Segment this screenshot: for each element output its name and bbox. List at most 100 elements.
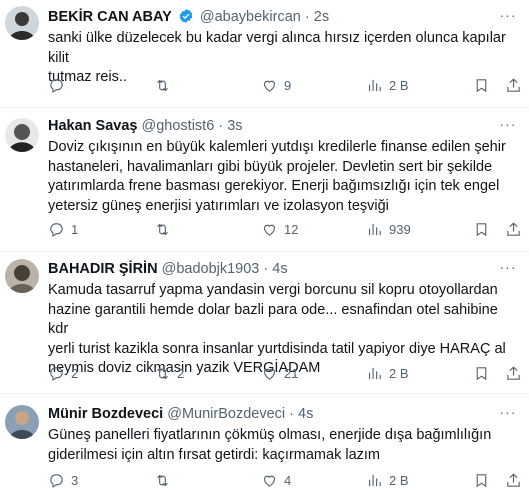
views-icon xyxy=(368,367,381,379)
display-name[interactable]: BAHADIR ŞİRİN xyxy=(48,261,158,277)
separator-dot: · xyxy=(218,118,224,134)
action-bar: 3 4 2 B xyxy=(48,471,520,489)
bookmark-icon xyxy=(476,222,487,236)
tweet-card[interactable]: Hakan Savaş @ghostist6 · 3s ··· Doviz çı… xyxy=(0,108,529,252)
bookmark-icon xyxy=(476,473,487,487)
like-count: 9 xyxy=(284,77,292,93)
separator-dot: · xyxy=(304,9,310,25)
tweet-card[interactable]: BEKİR CAN ABAY @abaybekircan · 2s ··· sa… xyxy=(0,0,529,108)
separator-dot: · xyxy=(289,406,295,422)
retweet-icon xyxy=(157,79,168,91)
views-button[interactable]: 2 B xyxy=(366,471,409,489)
like-button[interactable]: 21 xyxy=(261,364,298,382)
timestamp[interactable]: 2s xyxy=(314,9,329,25)
bookmark-button[interactable] xyxy=(473,76,490,94)
views-count: 2 B xyxy=(389,365,409,381)
tweet-text-line: yetersiz güneş enerjisi yatırımları ve i… xyxy=(48,197,389,214)
retweet-count: 2 xyxy=(177,365,185,381)
retweet-button[interactable]: 2 xyxy=(154,364,184,382)
tweet-card[interactable]: BAHADIR ŞİRİN @badobjk1903 · 4s ··· Kamu… xyxy=(0,252,529,394)
display-name[interactable]: Hakan Savaş xyxy=(48,118,137,134)
like-button[interactable]: 9 xyxy=(261,76,291,94)
like-icon xyxy=(263,224,276,236)
more-icon[interactable]: ··· xyxy=(499,8,517,28)
reply-button[interactable]: 1 xyxy=(48,220,78,238)
tweet-text-line: giderilmesi için altın fırsat getirdi: k… xyxy=(48,446,380,463)
tweet-header: BAHADIR ŞİRİN @badobjk1903 · 4s xyxy=(48,260,499,278)
views-count: 2 B xyxy=(389,77,409,93)
like-count: 12 xyxy=(284,221,299,237)
views-button[interactable]: 2 B xyxy=(366,76,409,94)
bookmark-button[interactable] xyxy=(473,471,490,489)
tweet-text-line: Güneş panelleri fiyatlarının çökmüş olma… xyxy=(48,427,492,443)
timestamp[interactable]: 4s xyxy=(298,406,313,422)
display-name[interactable]: Münir Bozdeveci xyxy=(48,406,163,422)
user-handle[interactable]: @badobjk1903 xyxy=(162,261,260,277)
reply-count: 3 xyxy=(71,472,79,488)
separator-dot: · xyxy=(263,261,269,277)
avatar[interactable] xyxy=(5,6,39,40)
like-icon xyxy=(263,368,276,380)
timestamp[interactable]: 4s xyxy=(272,261,287,277)
tweet-text-line: sanki ülke düzelecek bu kadar vergi alın… xyxy=(48,30,506,66)
views-button[interactable]: 2 B xyxy=(366,364,409,382)
retweet-button[interactable] xyxy=(154,471,177,489)
retweet-button[interactable] xyxy=(154,76,177,94)
tweet-header: Hakan Savaş @ghostist6 · 3s xyxy=(48,117,499,135)
more-icon[interactable]: ··· xyxy=(499,405,517,425)
reply-button[interactable] xyxy=(48,76,71,94)
tweet-text-line: yatırımlarda frene basması gerekiyor. En… xyxy=(48,178,500,194)
views-button[interactable]: 939 xyxy=(366,220,411,238)
reply-button[interactable]: 2 xyxy=(48,364,78,382)
reply-count: 2 xyxy=(71,365,79,381)
share-icon xyxy=(507,221,520,236)
reply-icon xyxy=(50,78,63,93)
bookmark-button[interactable] xyxy=(473,364,490,382)
action-bar: 9 2 B xyxy=(48,76,520,94)
avatar[interactable] xyxy=(5,405,39,439)
share-button[interactable] xyxy=(505,471,522,489)
retweet-icon xyxy=(157,367,168,379)
retweet-button[interactable] xyxy=(154,220,177,238)
share-button[interactable] xyxy=(505,220,522,238)
share-button[interactable] xyxy=(505,364,522,382)
views-icon xyxy=(368,79,381,91)
tweet-header: Münir Bozdeveci @MunirBozdeveci · 4s xyxy=(48,405,499,423)
share-icon xyxy=(507,472,520,487)
avatar[interactable] xyxy=(5,118,39,152)
share-icon xyxy=(507,365,520,380)
share-button[interactable] xyxy=(505,76,522,94)
reply-icon xyxy=(50,366,63,381)
tweet-text-line: hastaneleri, havalimanları gibi büyük pr… xyxy=(48,158,493,175)
tweet-card[interactable]: Münir Bozdeveci @MunirBozdeveci · 4s ···… xyxy=(0,394,529,498)
more-icon[interactable]: ··· xyxy=(499,260,517,280)
more-icon[interactable]: ··· xyxy=(499,117,517,137)
bookmark-icon xyxy=(476,78,487,92)
user-handle[interactable]: @MunirBozdeveci xyxy=(167,406,285,422)
retweet-icon xyxy=(157,223,168,235)
action-bar: 2 2 21 2 B xyxy=(48,364,520,382)
verified-badge-icon xyxy=(179,9,193,23)
avatar[interactable] xyxy=(5,259,39,293)
user-handle[interactable]: @ghostist6 xyxy=(142,118,215,134)
views-icon xyxy=(368,223,381,235)
action-bar: 1 12 939 xyxy=(48,220,520,238)
like-button[interactable]: 12 xyxy=(261,220,298,238)
tweet-text-line: Doviz çıkışının en büyük kalemleri yutdı… xyxy=(48,139,506,155)
user-handle[interactable]: @abaybekircan xyxy=(200,9,301,25)
like-count: 4 xyxy=(284,472,292,488)
display-name[interactable]: BEKİR CAN ABAY xyxy=(48,9,172,25)
tweet-text: Doviz çıkışının en büyük kalemleri yutdı… xyxy=(48,138,516,216)
reply-button[interactable]: 3 xyxy=(48,471,78,489)
retweet-icon xyxy=(157,474,168,486)
bookmark-button[interactable] xyxy=(473,220,490,238)
timestamp[interactable]: 3s xyxy=(227,118,242,134)
like-button[interactable]: 4 xyxy=(261,471,291,489)
views-count: 939 xyxy=(389,221,411,237)
reply-icon xyxy=(50,473,63,488)
tweet-text: Güneş panelleri fiyatlarının çökmüş olma… xyxy=(48,426,516,465)
views-icon xyxy=(368,474,381,486)
timeline-feed: BEKİR CAN ABAY @abaybekircan · 2s ··· sa… xyxy=(0,0,529,498)
tweet-header: BEKİR CAN ABAY @abaybekircan · 2s xyxy=(48,8,499,26)
views-count: 2 B xyxy=(389,472,409,488)
